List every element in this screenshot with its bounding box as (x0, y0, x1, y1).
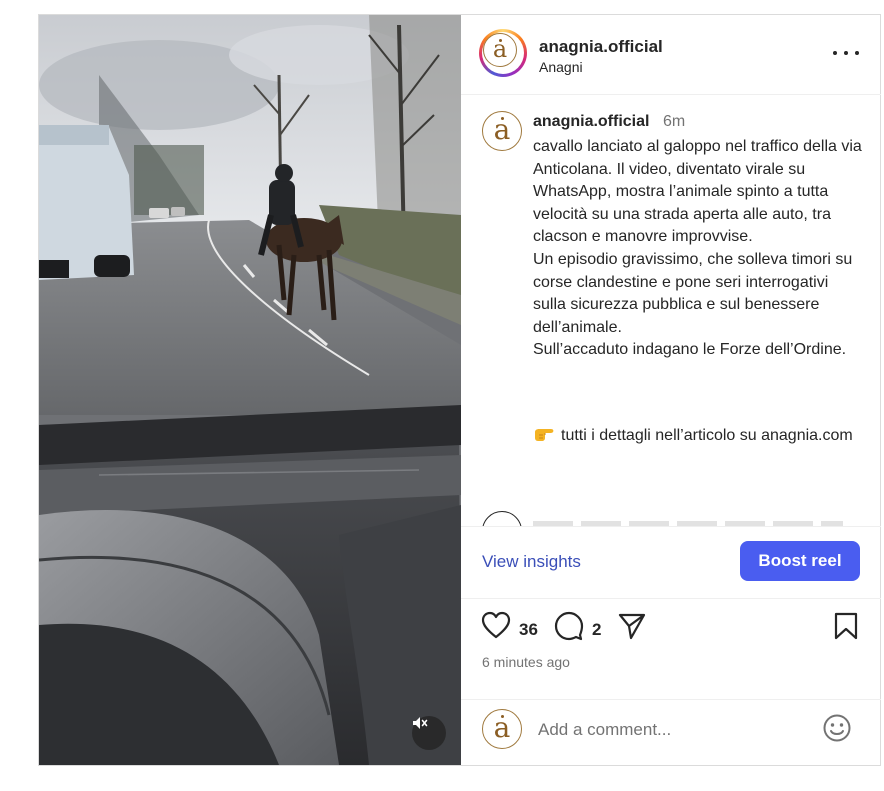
avatar[interactable]: a (483, 33, 517, 67)
comment-icon[interactable] (554, 611, 584, 641)
insights-row: View insights Boost reel (461, 526, 881, 599)
instagram-post-dialog: a anagnia.official Anagni a anagnia.offi… (38, 14, 881, 766)
speaker-muted-icon (413, 717, 428, 729)
caption-timestamp[interactable]: 6m (663, 113, 685, 131)
video-frame (39, 15, 461, 765)
caption-cta: tutti i dettagli nell’articolo su anagni… (533, 425, 863, 448)
share-icon[interactable] (617, 611, 647, 641)
caption-username[interactable]: anagnia.official (533, 113, 649, 131)
pointing-right-hand-icon (535, 429, 554, 441)
mute-toggle-button[interactable] (412, 716, 446, 750)
caption-cta-text: tutti i dettagli nell’articolo su anagni… (561, 427, 853, 444)
next-comment-avatar (482, 511, 522, 526)
like-count[interactable]: 36 (519, 620, 538, 640)
post-time-ago[interactable]: 6 minutes ago (482, 654, 570, 670)
video-player[interactable] (39, 15, 461, 765)
commenter-avatar: a (482, 709, 522, 749)
story-ring[interactable]: a (479, 29, 527, 77)
header-username[interactable]: anagnia.official (539, 37, 663, 57)
add-comment-row: a (461, 699, 881, 765)
more-options-button[interactable] (833, 45, 859, 61)
caption-section: a anagnia.official 6m cavallo lanciato a… (461, 96, 881, 526)
caption-text: cavallo lanciato al galoppo nel traffico… (533, 138, 862, 359)
heart-icon[interactable] (481, 611, 511, 639)
comment-input[interactable] (538, 716, 808, 744)
caption-avatar[interactable]: a (482, 111, 522, 151)
post-details-panel: a anagnia.official Anagni a anagnia.offi… (461, 15, 881, 765)
emoji-icon[interactable] (822, 713, 852, 743)
boost-reel-button[interactable]: Boost reel (740, 541, 860, 581)
action-bar: 36 2 (461, 611, 881, 651)
post-header: a anagnia.official Anagni (461, 15, 881, 95)
more-horizontal-icon (833, 51, 837, 55)
header-location[interactable]: Anagni (539, 59, 583, 75)
comment-count[interactable]: 2 (592, 620, 601, 640)
view-insights-link[interactable]: View insights (482, 552, 581, 572)
bookmark-icon[interactable] (833, 611, 859, 641)
